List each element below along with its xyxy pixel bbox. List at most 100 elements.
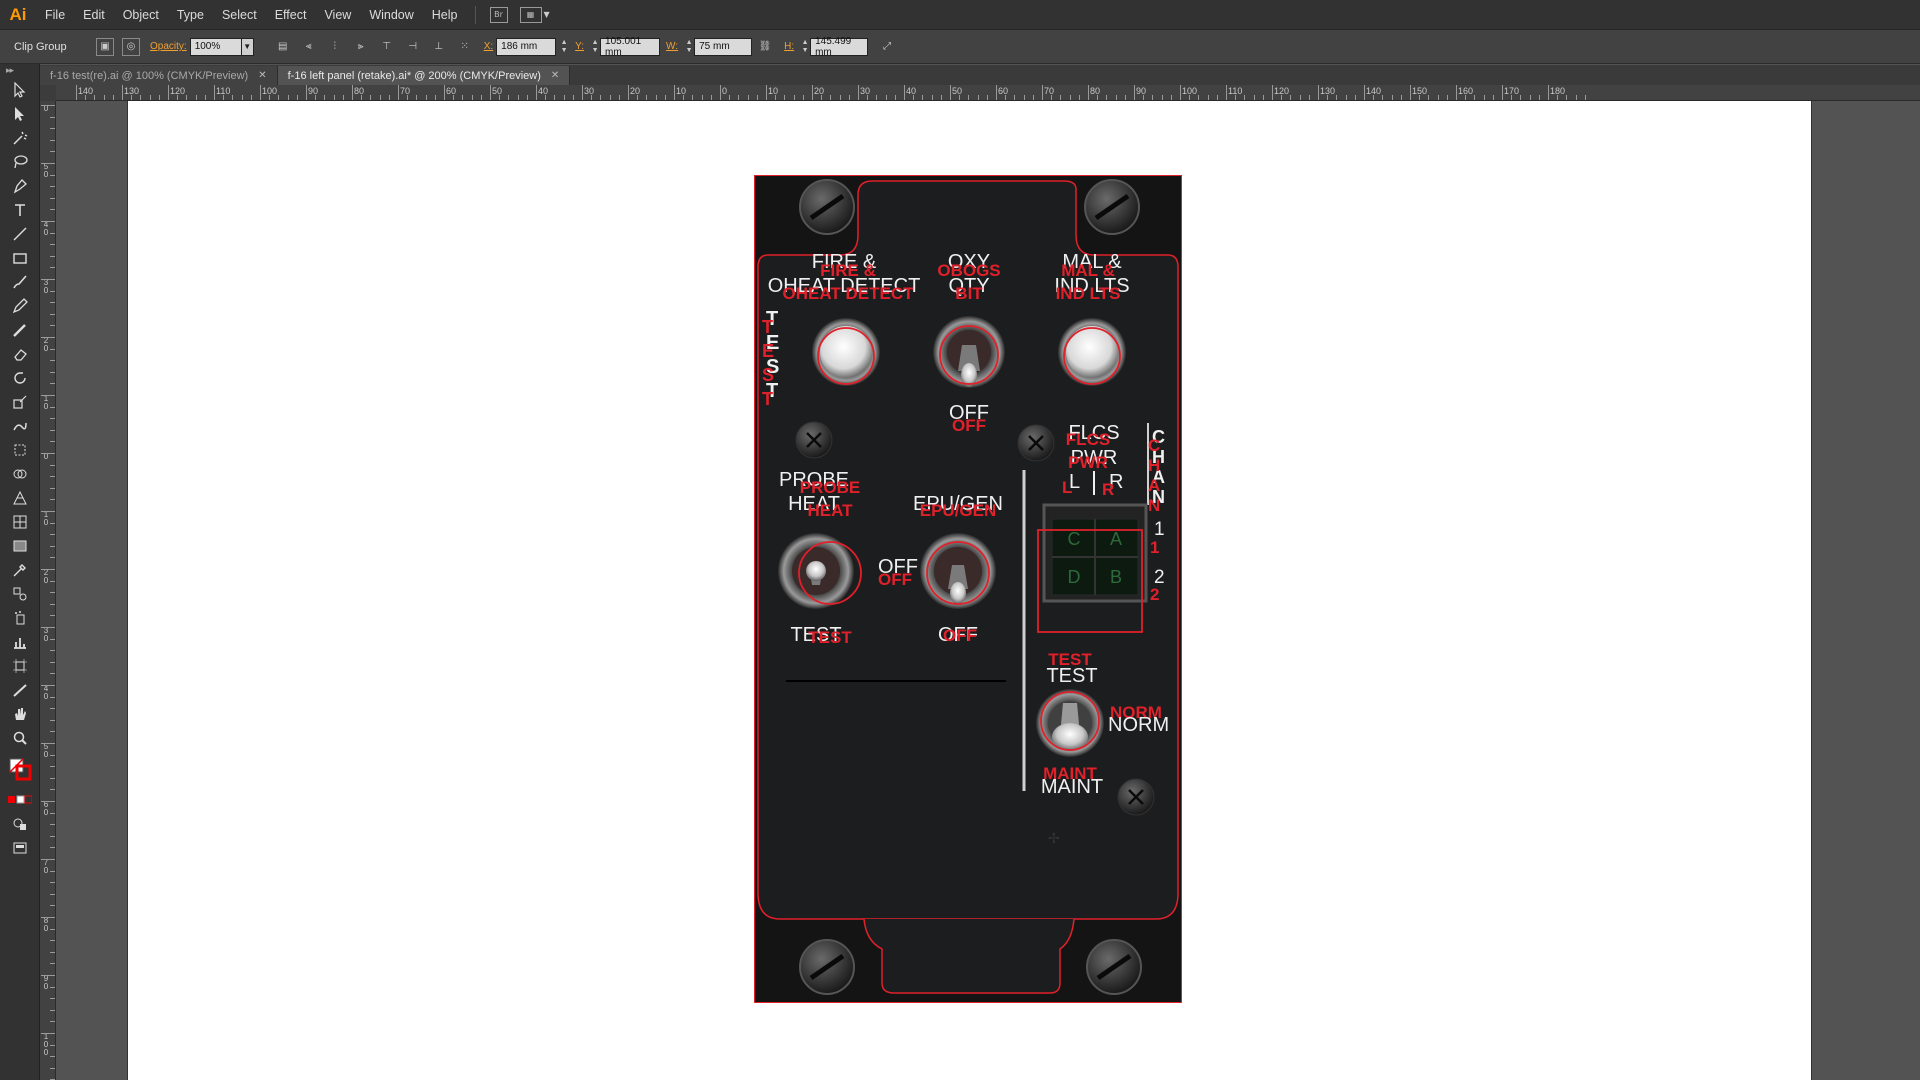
- workspace-switcher-icon[interactable]: ▦: [519, 6, 542, 23]
- ruler-tick: [76, 85, 77, 100]
- ruler-tick: [50, 998, 55, 1000]
- document-tab[interactable]: f-16 test(re).ai @ 100% (CMYK/Preview) ✕: [40, 66, 278, 85]
- ruler-tick: [664, 95, 666, 100]
- pencil-tool-icon[interactable]: [6, 294, 34, 318]
- menu-select[interactable]: Select: [213, 0, 266, 30]
- ruler-tick: [269, 95, 271, 100]
- hand-tool-icon[interactable]: [6, 702, 34, 726]
- zoom-tool-icon[interactable]: [6, 726, 34, 750]
- ruler-tick: [50, 534, 55, 536]
- edit-contents-icon[interactable]: ◎: [122, 37, 140, 56]
- ruler-tick: [1364, 85, 1365, 100]
- ruler-tick: [637, 95, 639, 100]
- menu-help[interactable]: Help: [423, 0, 467, 30]
- opacity-input[interactable]: 100%: [189, 37, 242, 56]
- canvas-area[interactable]: FIRE & OHEAT DETECT OXY QTY MAL & IND LT…: [56, 101, 1920, 1080]
- rotate-tool-icon[interactable]: [6, 366, 34, 390]
- close-icon[interactable]: ✕: [551, 70, 559, 81]
- align-left-icon[interactable]: ⫷: [300, 38, 318, 56]
- rectangle-tool-icon[interactable]: [6, 246, 34, 270]
- paintbrush-tool-icon[interactable]: [6, 270, 34, 294]
- align-hcenter-icon[interactable]: ⫶: [326, 38, 344, 56]
- f16-left-panel-artwork[interactable]: FIRE & OHEAT DETECT OXY QTY MAL & IND LT…: [754, 175, 1182, 1003]
- chevron-down-icon[interactable]: ▼: [544, 10, 550, 19]
- y-input[interactable]: 105.001 mm: [600, 36, 661, 58]
- chevron-down-icon[interactable]: ▼: [241, 37, 254, 56]
- shape-builder-tool-icon[interactable]: [6, 462, 34, 486]
- direct-selection-tool-icon[interactable]: [6, 102, 34, 126]
- h-stepper[interactable]: ▲ ▼: [800, 38, 810, 56]
- ruler-tick: [1446, 95, 1448, 100]
- mesh-tool-icon[interactable]: [6, 510, 34, 534]
- gradient-tool-icon[interactable]: [6, 534, 34, 558]
- x-stepper[interactable]: ▲ ▼: [559, 38, 569, 56]
- isolate-group-icon[interactable]: ▣: [96, 37, 114, 56]
- eyedropper-tool-icon[interactable]: [6, 558, 34, 582]
- menu-edit[interactable]: Edit: [74, 0, 114, 30]
- artboard-tool-icon[interactable]: [6, 654, 34, 678]
- slice-tool-icon[interactable]: [6, 678, 34, 702]
- ruler-tick: [821, 95, 823, 100]
- warp-tool-icon[interactable]: [6, 414, 34, 438]
- h-label[interactable]: H:: [784, 41, 794, 52]
- h-input[interactable]: 145.499 mm: [810, 36, 869, 58]
- menu-file[interactable]: File: [36, 0, 74, 30]
- align-bottom-icon[interactable]: ⊥: [430, 38, 448, 56]
- menu-view[interactable]: View: [315, 0, 360, 30]
- selection-tool-icon[interactable]: [6, 78, 34, 102]
- align-right-icon[interactable]: ⫸: [352, 38, 370, 56]
- line-tool-icon[interactable]: [6, 222, 34, 246]
- opacity-label[interactable]: Opacity:: [150, 41, 187, 52]
- recolor-icon[interactable]: ▤: [274, 38, 292, 56]
- scale-tool-icon[interactable]: [6, 390, 34, 414]
- eraser-tool-icon[interactable]: [6, 342, 34, 366]
- ruler-tick: [50, 592, 55, 594]
- ruler-tick: [50, 255, 55, 257]
- close-icon[interactable]: ✕: [258, 70, 266, 81]
- draw-mode-icon[interactable]: [6, 812, 34, 836]
- type-tool-icon[interactable]: [6, 198, 34, 222]
- color-mode-icons[interactable]: [6, 788, 34, 812]
- panel-grip-icon[interactable]: ▸▸: [0, 64, 39, 78]
- constrain-proportions-icon[interactable]: ⛓: [756, 38, 774, 56]
- free-transform-tool-icon[interactable]: [6, 438, 34, 462]
- magic-wand-tool-icon[interactable]: [6, 126, 34, 150]
- x-label[interactable]: X:: [484, 41, 493, 52]
- transform-grid-icon[interactable]: ⁙: [456, 38, 474, 56]
- menu-window[interactable]: Window: [360, 0, 422, 30]
- horizontal-ruler[interactable]: 140 130 120 110 100 90 80 70 60 50 40 30 20 10 0 10 20 30…: [56, 85, 1920, 101]
- document-tab-active[interactable]: f-16 left panel (retake).ai* @ 200% (CMY…: [277, 66, 571, 85]
- transform-icon[interactable]: ⤢: [878, 38, 896, 56]
- y-stepper[interactable]: ▲ ▼: [590, 38, 600, 56]
- perspective-grid-tool-icon[interactable]: [6, 486, 34, 510]
- ruler-tick: [41, 627, 55, 628]
- symbol-sprayer-tool-icon[interactable]: [6, 606, 34, 630]
- screen-mode-icon[interactable]: [6, 836, 34, 860]
- ruler-tick: [1474, 95, 1476, 100]
- menu-type[interactable]: Type: [168, 0, 213, 30]
- pen-tool-icon[interactable]: [6, 174, 34, 198]
- x-input[interactable]: 186 mm: [496, 37, 557, 56]
- flcs-red-label-line1: FLCS: [1066, 430, 1110, 449]
- ruler-origin[interactable]: [40, 85, 56, 101]
- align-top-icon[interactable]: ⊤: [378, 38, 396, 56]
- ruler-tick: [1529, 95, 1531, 100]
- menu-object[interactable]: Object: [114, 0, 168, 30]
- blob-brush-tool-icon[interactable]: [6, 318, 34, 342]
- align-vcenter-icon[interactable]: ⊣: [404, 38, 422, 56]
- graph-tool-icon[interactable]: [6, 630, 34, 654]
- w-stepper[interactable]: ▲ ▼: [684, 38, 694, 56]
- ruler-tick: [41, 511, 55, 512]
- w-input[interactable]: 75 mm: [694, 37, 753, 56]
- vertical-ruler[interactable]: 050403020100102030405060708090100: [40, 101, 56, 1080]
- ruler-tick: [986, 95, 988, 100]
- ruler-tick: [388, 95, 390, 100]
- lasso-tool-icon[interactable]: [6, 150, 34, 174]
- y-label[interactable]: Y:: [575, 41, 584, 52]
- bridge-button[interactable]: Br: [489, 6, 508, 23]
- menu-effect[interactable]: Effect: [266, 0, 316, 30]
- blend-tool-icon[interactable]: [6, 582, 34, 606]
- ruler-tick: [674, 85, 675, 100]
- w-label[interactable]: W:: [666, 41, 678, 52]
- fill-stroke-swatch-icon[interactable]: [6, 750, 34, 788]
